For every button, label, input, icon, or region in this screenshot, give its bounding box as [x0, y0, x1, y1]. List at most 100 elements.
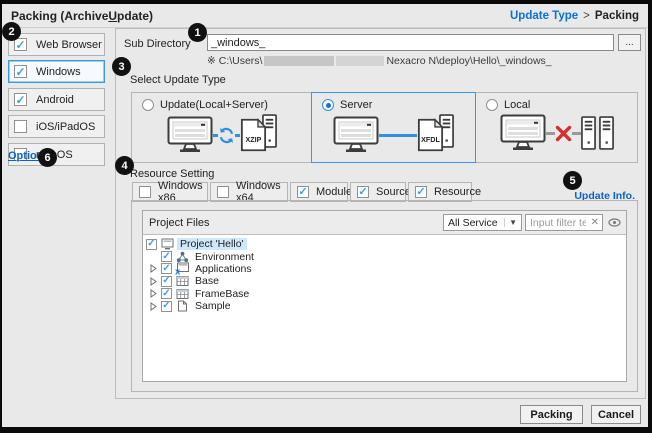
path-suffix: Nexacro N\deploy\Hello\_windows_	[386, 55, 551, 67]
source-checkbox[interactable]: ✓	[357, 186, 369, 198]
expand-arrow-icon[interactable]	[149, 264, 158, 273]
sidebar-item-web-browser[interactable]: ✓ Web Browser	[8, 33, 105, 56]
callout-badge-2: 2	[2, 22, 21, 41]
tree-label[interactable]: Base	[192, 275, 222, 287]
tree-label[interactable]: Environment	[192, 251, 257, 263]
local-radio-label: Local	[504, 99, 530, 111]
deploy-path-note: ※ C:\Users\ Nexacro N\deploy\Hello\_wind…	[207, 55, 552, 67]
server-radio[interactable]	[322, 99, 334, 111]
update-type-option-local[interactable]: Local	[476, 93, 638, 162]
tree-row-applications[interactable]: ✓ x Applications	[146, 263, 626, 275]
chevron-down-icon: ▼	[504, 218, 521, 227]
resource-option-source[interactable]: ✓ Source	[350, 182, 406, 202]
clear-filter-icon[interactable]: ✕	[591, 217, 602, 228]
environment-checkbox[interactable]: ✓	[161, 251, 172, 262]
sidebar-item-label: iOS/iPadOS	[36, 121, 95, 133]
sidebar-item-android[interactable]: ✓ Android	[8, 88, 105, 111]
update-radio[interactable]	[142, 99, 154, 111]
applications-checkbox[interactable]: ✓	[161, 263, 172, 274]
ios-checkbox[interactable]: ✓	[14, 120, 27, 133]
browse-button[interactable]: ...	[618, 34, 641, 51]
project-checkbox[interactable]: ✓	[146, 239, 157, 250]
android-checkbox[interactable]: ✓	[14, 93, 27, 106]
eye-icon[interactable]	[606, 214, 622, 231]
sidebar-item-ios-ipados[interactable]: ✓ iOS/iPadOS	[8, 115, 105, 138]
tree-row-project[interactable]: ✓ Project 'Hello'	[146, 238, 626, 250]
checkbox-label: Source	[376, 186, 411, 198]
project-icon	[160, 238, 174, 250]
resource-option-windows-x86[interactable]: ✓ Windows x86	[132, 182, 208, 202]
sub-directory-label: Sub Directory	[124, 38, 191, 50]
tree-label[interactable]: Project 'Hello'	[177, 238, 247, 250]
project-files-panel: Project Files All Service ▼ ✕	[142, 210, 627, 382]
select-update-type-label: Select Update Type	[130, 74, 226, 86]
tree-label[interactable]: Applications	[192, 263, 255, 275]
filter-input[interactable]	[526, 217, 586, 229]
tree-row-framebase[interactable]: ✓ FrameBase	[146, 288, 626, 300]
callout-badge-3: 3	[112, 57, 131, 76]
resource-option-module[interactable]: ✓ Module	[290, 182, 348, 202]
project-files-tree: ✓ Project 'Hello' ✓	[143, 235, 626, 381]
environment-icon	[175, 251, 189, 263]
sample-checkbox[interactable]: ✓	[161, 301, 172, 312]
breadcrumb-current: Packing	[595, 10, 639, 22]
update-radio-label: Update(Local+Server)	[160, 99, 268, 111]
expand-arrow-icon[interactable]	[149, 302, 158, 311]
local-radio[interactable]	[486, 99, 498, 111]
project-files-header: Project Files All Service ▼ ✕	[143, 211, 626, 235]
grid-folder-icon	[175, 275, 189, 287]
sidebar-item-windows[interactable]: ✓ Windows	[8, 60, 105, 83]
update-type-group: Update(Local+Server) XZIP	[131, 92, 638, 163]
base-checkbox[interactable]: ✓	[161, 276, 172, 287]
resource-option-windows-x64[interactable]: ✓ Windows x64	[210, 182, 288, 202]
file-icon	[175, 300, 189, 312]
breadcrumb-update-type-link[interactable]: Update Type	[510, 10, 578, 22]
update-type-option-server[interactable]: Server XFDL	[311, 92, 476, 163]
resource-setting-group: Project Files All Service ▼ ✕	[131, 200, 638, 392]
callout-badge-5: 5	[563, 171, 582, 190]
redacted-block	[264, 56, 334, 66]
callout-badge-1: 1	[188, 23, 207, 42]
windows-x64-checkbox[interactable]: ✓	[217, 186, 229, 198]
blocked-connector-line	[546, 132, 555, 135]
project-files-title: Project Files	[149, 217, 210, 229]
service-filter-dropdown[interactable]: All Service ▼	[443, 214, 522, 231]
filter-input-wrap: ✕	[525, 214, 603, 231]
module-checkbox[interactable]: ✓	[297, 186, 309, 198]
tree-row-sample[interactable]: ✓ Sample	[146, 300, 626, 312]
tree-label[interactable]: Sample	[192, 300, 234, 312]
resource-option-resource[interactable]: ✓ Resource	[408, 182, 472, 202]
xfdl-file-icon: XFDL	[417, 118, 444, 152]
blocked-connector-line	[572, 132, 581, 135]
callout-badge-6: 6	[38, 148, 57, 167]
grid-folder-icon	[175, 288, 189, 300]
sidebar-item-label: Web Browser	[36, 39, 102, 51]
web-browser-checkbox[interactable]: ✓	[14, 38, 27, 51]
cancel-button[interactable]: Cancel	[591, 405, 641, 424]
sync-refresh-icon	[218, 127, 235, 144]
windows-x86-checkbox[interactable]: ✓	[139, 186, 151, 198]
tree-row-base[interactable]: ✓ Base	[146, 275, 626, 287]
windows-checkbox[interactable]: ✓	[14, 65, 27, 78]
redacted-block	[336, 56, 384, 66]
update-type-option-update[interactable]: Update(Local+Server) XZIP	[132, 93, 311, 162]
server-radio-label: Server	[340, 99, 372, 111]
tree-label[interactable]: FrameBase	[192, 288, 252, 300]
checkbox-label: Resource	[434, 186, 481, 198]
expand-arrow-icon[interactable]	[149, 289, 158, 298]
svg-text:XFDL: XFDL	[421, 136, 440, 144]
tree-row-environment[interactable]: ✓ Environment	[146, 250, 626, 262]
packing-button[interactable]: Packing	[520, 405, 583, 424]
svg-text:x: x	[175, 267, 181, 276]
checkbox-label: Module	[316, 186, 352, 198]
packing-dialog-screenshot: Packing (ArchiveUpdate) Update Type > Pa…	[0, 0, 652, 433]
expand-arrow-icon[interactable]	[149, 277, 158, 286]
resource-checkbox[interactable]: ✓	[415, 186, 427, 198]
callout-badge-4: 4	[115, 156, 134, 175]
breadcrumb-separator: >	[583, 10, 590, 22]
sidebar-item-label: Android	[36, 94, 74, 106]
server-connector-line	[379, 134, 417, 137]
dialog-title: Packing (ArchiveUpdate)	[11, 9, 153, 23]
framebase-checkbox[interactable]: ✓	[161, 288, 172, 299]
sub-directory-input[interactable]	[207, 34, 614, 51]
